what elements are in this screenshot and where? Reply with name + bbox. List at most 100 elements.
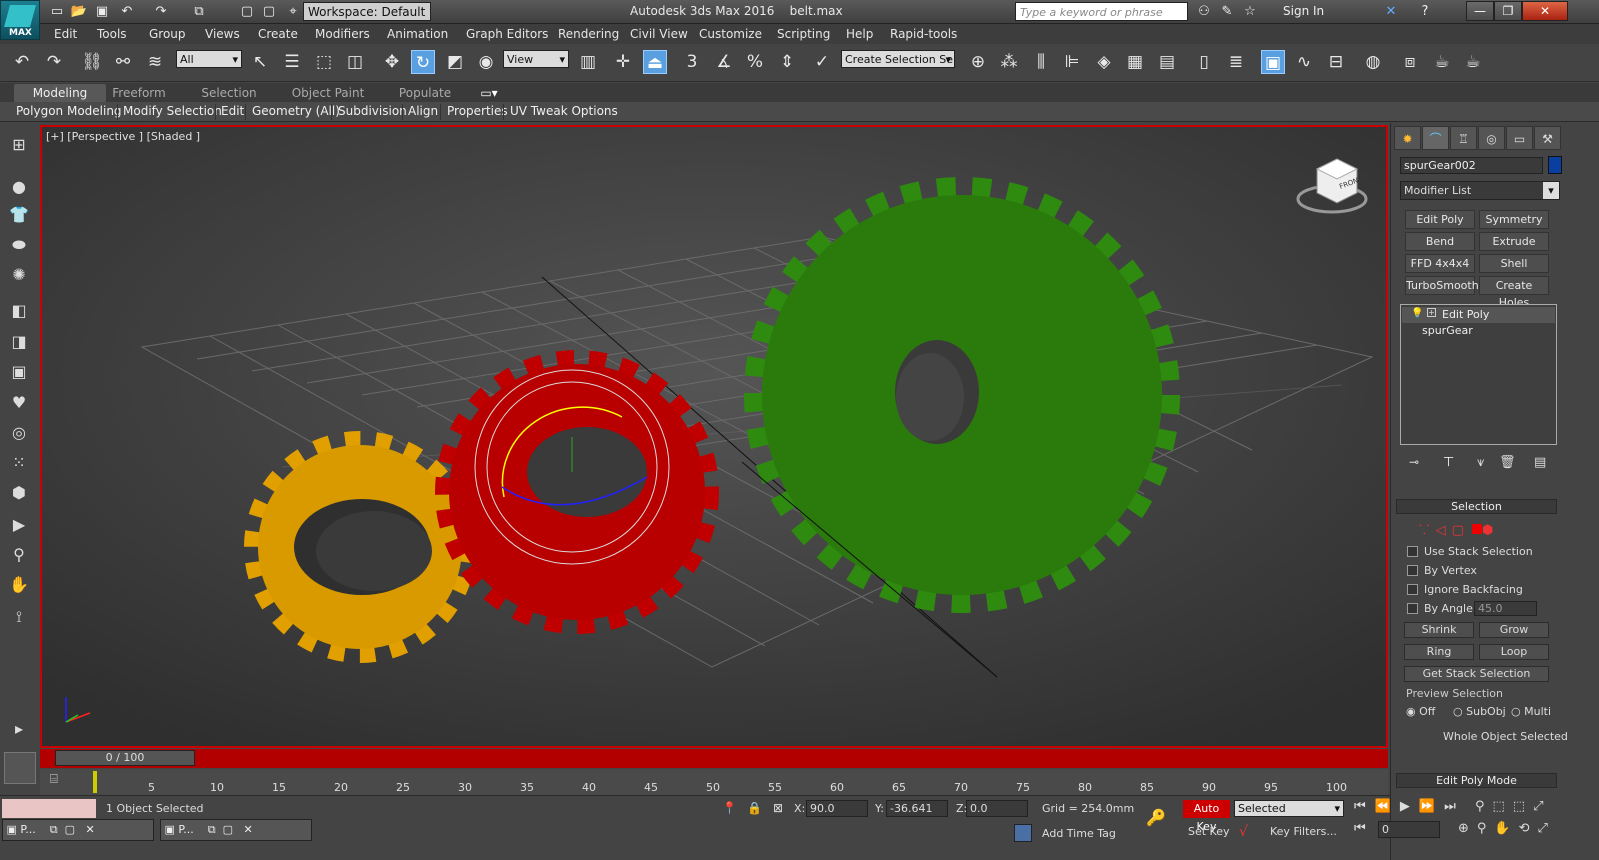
bend-button[interactable]: Bend (1405, 232, 1475, 251)
open-file-icon[interactable]: 📂 (70, 3, 88, 21)
particles-icon[interactable]: ✺ (7, 263, 31, 287)
ring-button[interactable]: Ring (1404, 644, 1474, 660)
tab-selection[interactable]: Selection (192, 84, 266, 102)
modifier-stack[interactable]: Edit Poly 💡 + spurGear (1400, 304, 1557, 445)
isolate-icon[interactable]: 📍 (722, 801, 737, 815)
playback-controls[interactable]: ⏮⏪▶⏩⏭ (1354, 799, 1465, 814)
place-icon[interactable]: ◉ (474, 50, 498, 74)
menu-scripting[interactable]: Scripting (777, 27, 830, 41)
rectangular-selection-icon[interactable]: ⬚ (312, 50, 336, 74)
render-setup-icon[interactable]: ⧈ (1398, 50, 1422, 74)
favorites-icon[interactable]: ☆ (1241, 3, 1259, 21)
communication-icon[interactable]: ✎ (1218, 3, 1236, 21)
key-mode-toggle-icon[interactable]: ⏮ (1354, 821, 1366, 836)
tab-populate[interactable]: Populate (392, 84, 458, 102)
search-input[interactable]: Type a keyword or phrase (1015, 2, 1188, 21)
menu-graph-editors[interactable]: Graph Editors (466, 27, 548, 41)
object-color-swatch[interactable] (1548, 156, 1562, 174)
app-logo[interactable]: MAX (0, 0, 40, 40)
schematic-view-icon[interactable]: ⊟ (1324, 50, 1348, 74)
current-frame-field[interactable]: 0 (1378, 821, 1440, 838)
symmetry-button[interactable]: Symmetry (1479, 210, 1549, 229)
time-slider[interactable]: 0 / 100 (55, 750, 195, 766)
window-icon-2[interactable]: ▢ (260, 3, 278, 21)
window-icon[interactable]: ▢ (238, 3, 256, 21)
rotate-icon[interactable]: ↻ (411, 50, 435, 74)
object-name-field[interactable]: spurGear002 (1400, 157, 1543, 174)
menu-customize[interactable]: Customize (699, 27, 762, 41)
menu-rapid-tools[interactable]: Rapid-tools (890, 27, 957, 41)
minimize-button[interactable]: — (1466, 1, 1494, 21)
key-filters-button[interactable]: Key Filters... (1270, 825, 1337, 838)
pivot-center-icon[interactable]: ▥ (576, 50, 600, 74)
binoculars-icon[interactable]: ⚇ (1195, 3, 1213, 21)
ffd-button[interactable]: FFD 4x4x4 (1405, 254, 1475, 273)
key-set-dropdown[interactable]: Selected (1234, 800, 1344, 817)
create-holes-button[interactable]: Create Holes (1479, 276, 1549, 309)
sphere-icon[interactable]: ● (7, 175, 31, 199)
named-selection-dropdown[interactable]: Create Selection Se (841, 50, 955, 69)
material-editor-icon[interactable]: ◍ (1361, 50, 1385, 74)
mirror-icon[interactable]: ⁂ (997, 50, 1021, 74)
ribbon-options-icon[interactable]: ▭▾ (476, 84, 502, 102)
hierarchy-tab-icon[interactable]: ♖ (1450, 126, 1477, 150)
cloth-icon[interactable]: 👕 (7, 203, 31, 227)
undo-icon[interactable]: ↶ (118, 3, 136, 21)
green-gear[interactable] (744, 177, 1180, 613)
auto-key-button[interactable]: Auto Key (1183, 800, 1230, 833)
angle-snap-icon[interactable]: ∡ (712, 50, 736, 74)
show-end-result-icon[interactable]: ⊤ (1443, 455, 1454, 470)
menu-civil-view[interactable]: Civil View (630, 27, 688, 41)
spinner-snap-icon[interactable]: ⇕ (775, 50, 799, 74)
y-coordinate-field[interactable]: -36.641 (886, 800, 948, 817)
edit-poly-mode-header[interactable]: Edit Poly Mode (1396, 773, 1557, 788)
scale-icon[interactable]: ◩ (443, 50, 467, 74)
project-folder-icon[interactable]: ⧉ (190, 3, 208, 21)
move-icon[interactable]: ✥ (380, 50, 404, 74)
set-key-button[interactable]: Set Key (1188, 825, 1230, 838)
select-by-name-icon[interactable]: ☰ (280, 50, 304, 74)
absolute-mode-icon[interactable]: ⊠ (773, 801, 783, 815)
time-tag-icon[interactable] (1014, 824, 1032, 842)
utilities-tab-icon[interactable]: ⚒ (1534, 126, 1561, 150)
restore-button[interactable]: ❐ (1494, 1, 1522, 21)
ribbon-polygon-modeling[interactable]: Polygon Modeling (16, 104, 122, 118)
mirror-axis-icon[interactable]: ⫼ (1029, 50, 1053, 74)
cube-icon[interactable]: ⬢ (7, 481, 31, 505)
expand-icon[interactable]: + (1427, 308, 1436, 317)
snap-icon[interactable]: ⌖ (284, 3, 302, 21)
x-coordinate-field[interactable]: 90.0 (806, 800, 868, 817)
keyboard-shortcut-icon[interactable]: ⏏ (643, 50, 667, 74)
viewport-label[interactable]: [+] [Perspective ] [Shaded ] (46, 130, 200, 143)
checker-icon[interactable]: ▦ (1123, 50, 1147, 74)
red-gear[interactable] (435, 350, 719, 634)
ribbon-uv-tweak-options[interactable]: UV Tweak Options (510, 104, 618, 118)
stack-item-edit-poly[interactable]: Edit Poly (1402, 307, 1555, 323)
new-file-icon[interactable]: ▭ (48, 3, 66, 21)
shrink-button[interactable]: Shrink (1404, 622, 1474, 638)
menu-modifiers[interactable]: Modifiers (315, 27, 370, 41)
shell-button[interactable]: Shell (1479, 254, 1549, 273)
menu-tools[interactable]: Tools (97, 27, 127, 41)
transform-center-icon[interactable]: ⊕ (966, 50, 990, 74)
stack-item-spurgear[interactable]: spurGear (1402, 323, 1555, 339)
selection-filter-dropdown[interactable]: All (176, 50, 242, 69)
bind-space-warp-icon[interactable]: ≋ (143, 50, 167, 74)
add-time-tag[interactable]: Add Time Tag (1042, 827, 1116, 840)
grow-button[interactable]: Grow (1479, 622, 1549, 638)
help-icon[interactable]: ? (1416, 3, 1434, 21)
timeline-toggle-icon[interactable]: ⌸ (50, 772, 58, 787)
snaps-toggle-icon[interactable]: 3 (680, 50, 704, 74)
display-tab-icon[interactable]: ▭ (1506, 126, 1533, 150)
menu-animation[interactable]: Animation (387, 27, 448, 41)
menu-edit[interactable]: Edit (54, 27, 77, 41)
motion-tab-icon[interactable]: ◎ (1478, 126, 1505, 150)
max-icon[interactable]: ◧ (7, 299, 31, 323)
loop-button[interactable]: Loop (1479, 644, 1549, 660)
sign-in-button[interactable]: Sign In (1283, 4, 1324, 18)
dots-icon[interactable]: ⁙ (7, 451, 31, 475)
modifier-list-dropdown[interactable]: Modifier List (1400, 181, 1560, 200)
link-icon[interactable]: ⛓ (80, 50, 104, 74)
ribbon-modify-selection[interactable]: Modify Selection (123, 104, 222, 118)
window-crossing-icon[interactable]: ◫ (343, 50, 367, 74)
